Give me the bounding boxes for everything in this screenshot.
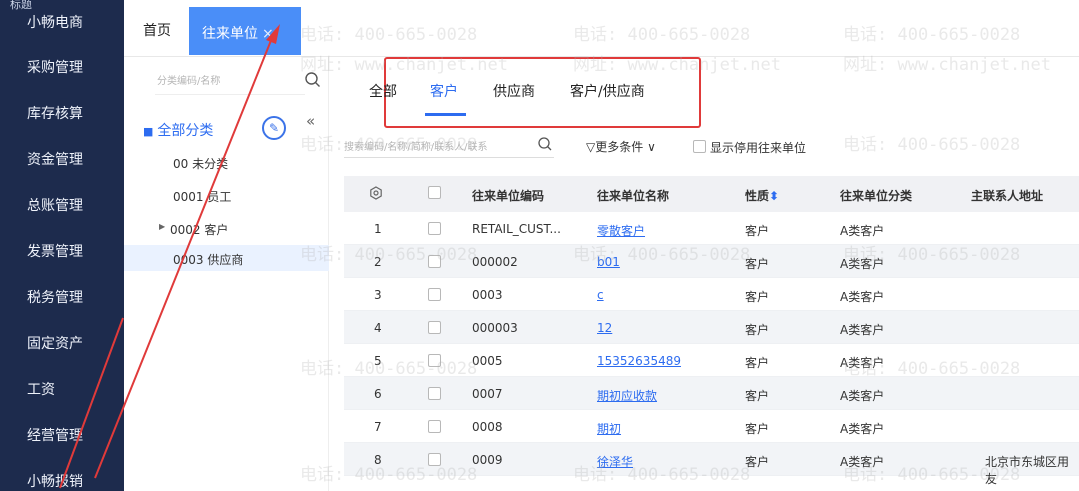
annotation-arrows: [59, 24, 280, 489]
